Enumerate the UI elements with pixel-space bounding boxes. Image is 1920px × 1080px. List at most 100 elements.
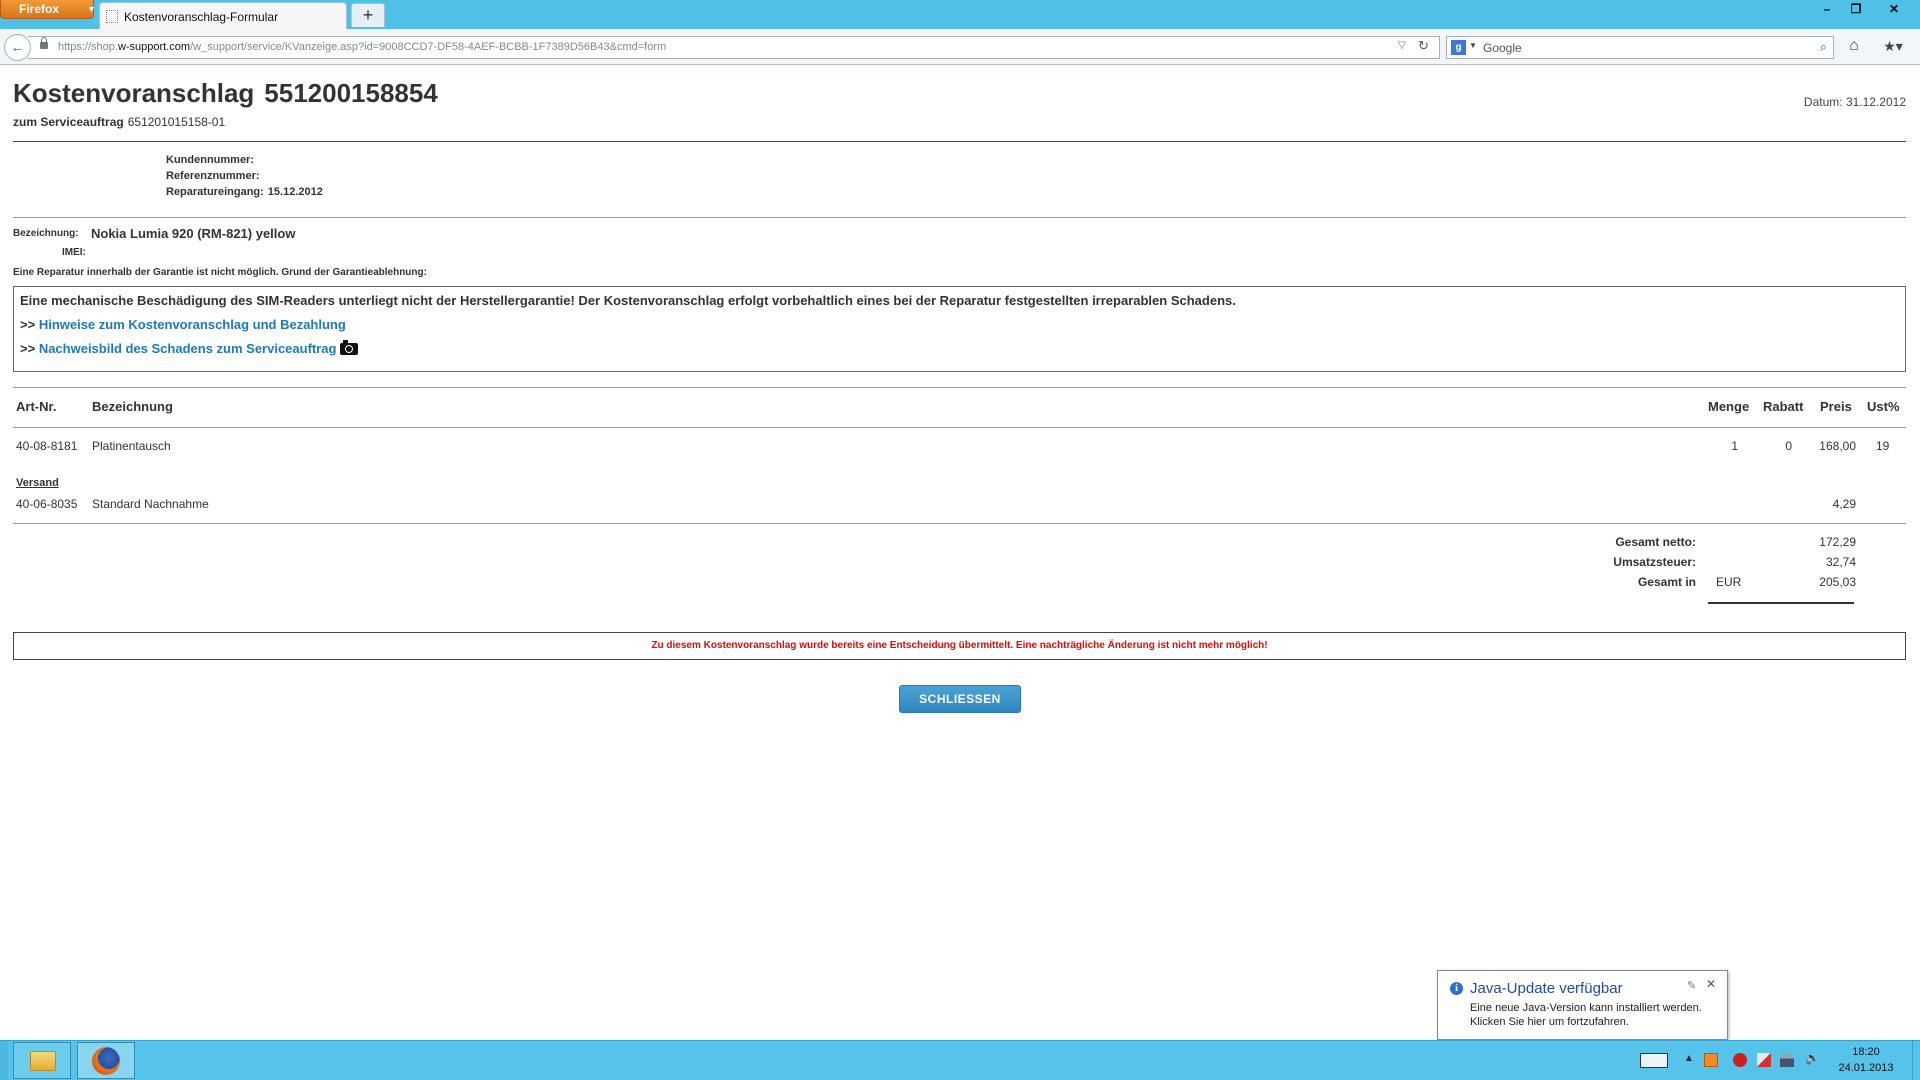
cell-bezeichnung: Platinentausch [92, 439, 171, 453]
cell-artnr: 40-06-8035 [16, 497, 78, 511]
divider [13, 217, 1906, 218]
close-button[interactable]: SCHLIESSEN [899, 685, 1021, 713]
show-desktop-button[interactable] [1912, 1041, 1920, 1080]
column-header-preis: Preis [1820, 399, 1852, 414]
url-prefix: https://shop. [58, 41, 118, 53]
back-button[interactable]: ← [4, 34, 31, 61]
subtitle-label: zum Serviceauftrag [13, 115, 124, 129]
title-text: Kostenvoranschlag [13, 78, 255, 108]
security-tray-icon[interactable] [1733, 1053, 1747, 1067]
total-netto-label: Gesamt netto: [1615, 535, 1696, 549]
link-prefix: >> [20, 317, 36, 332]
search-bar[interactable]: g ▼ Google ⌕ [1446, 36, 1834, 59]
new-tab-button[interactable]: + [351, 3, 385, 27]
lock-icon [40, 37, 48, 49]
meta-reparatureingang: Reparatureingang: 15.12.2012 [166, 186, 323, 198]
taskbar-app-firefox[interactable] [77, 1042, 135, 1079]
volume-icon[interactable]: 🔈 [1805, 1051, 1820, 1065]
cell-rabatt: 0 [1785, 439, 1792, 453]
column-header-menge: Menge [1708, 399, 1750, 414]
reparatureingang-value: 15.12.2012 [267, 186, 323, 198]
divider [13, 523, 1906, 524]
column-header-rabatt: Rabatt [1763, 399, 1804, 414]
folder-icon [30, 1051, 56, 1071]
cell-preis: 168,00 [1819, 439, 1856, 453]
bookmarks-star-icon[interactable]: ★▾ [1876, 35, 1910, 57]
chevron-down-icon[interactable]: ▼ [1469, 41, 1477, 50]
column-header-ust: Ust% [1867, 399, 1900, 414]
tab-kostenvoranschlag[interactable]: Kostenvoranschlag-Formular [99, 2, 347, 29]
page-favicon-icon [106, 10, 118, 23]
cell-preis: 4,29 [1832, 497, 1856, 511]
device-label: Bezeichnung: [13, 228, 79, 239]
estimate-number: 551200158854 [264, 78, 438, 108]
options-icon[interactable]: ✎ [1687, 979, 1696, 992]
java-update-notification[interactable]: i Java-Update verfügbar ✎ ✕ Eine neue Ja… [1437, 970, 1728, 1040]
keyboard-icon[interactable] [1640, 1053, 1668, 1068]
back-arrow-icon: ← [10, 39, 25, 55]
kundennummer-label: Kundennummer: [166, 154, 254, 166]
page-content: Kostenvoranschlag 551200158854 zum Servic… [0, 65, 1920, 1040]
total-gross-value: 205,03 [1819, 575, 1856, 589]
clock-date[interactable]: 24.01.2013 [1836, 1062, 1896, 1074]
total-gross-label: Gesamt in [1637, 575, 1696, 589]
home-icon[interactable]: ⌂ [1843, 35, 1865, 57]
magnifier-icon[interactable]: ⌕ [1820, 39, 1827, 55]
column-header-artnr: Art-Nr. [16, 399, 57, 414]
window-titlebar: Firefox ▼ Kostenvoranschlag-Formular + –… [0, 0, 1920, 29]
url-dropdown-icon[interactable]: ▽ [1398, 40, 1406, 51]
network-icon[interactable] [1780, 1053, 1794, 1067]
referenznummer-label: Referenznummer: [166, 170, 260, 182]
imei-label: IMEI: [62, 247, 86, 258]
divider [13, 141, 1906, 142]
cell-artnr: 40-08-8181 [16, 439, 78, 453]
meta-referenznummer: Referenznummer: [166, 170, 264, 182]
total-underline [1708, 602, 1854, 604]
close-icon[interactable]: ✕ [1706, 977, 1716, 991]
tray-expand-icon[interactable]: ▲ [1684, 1053, 1694, 1064]
url-domain: w-support.com [117, 41, 191, 53]
search-engine-icon[interactable]: g [1451, 40, 1466, 55]
url-text[interactable]: https://shop.w-support.com/w_support/ser… [58, 41, 666, 53]
url-bar[interactable]: https://shop.w-support.com/w_support/ser… [28, 36, 1440, 59]
taskbar: ▲ 🔈 18:20 24.01.2013 [0, 1040, 1920, 1080]
date-label: Datum: [1803, 95, 1843, 109]
link-prefix: >> [20, 341, 36, 356]
camera-icon[interactable] [340, 340, 359, 355]
document-date: Datum: 31.12.2012 [1804, 95, 1906, 109]
java-tray-icon[interactable] [1704, 1053, 1718, 1067]
hinweise-link-row: >> Hinweise zum Kostenvoranschlag und Be… [20, 317, 346, 332]
notification-text-line2[interactable]: Klicken Sie hier um fortzufahren. [1470, 1016, 1629, 1028]
total-netto-value: 172,29 [1819, 535, 1856, 549]
divider [13, 387, 1906, 388]
firefox-menu-button[interactable]: Firefox ▼ [0, 0, 96, 19]
maximize-button[interactable]: ❐ [1843, 0, 1869, 19]
decision-message: Zu diesem Kostenvoranschlag wurde bereit… [13, 632, 1906, 660]
info-icon: i [1450, 982, 1463, 995]
start-area[interactable] [0, 1041, 8, 1080]
device-name: Nokia Lumia 920 (RM-821) yellow [91, 226, 296, 241]
reload-icon[interactable]: ↻ [1418, 38, 1429, 54]
column-header-bezeichnung: Bezeichnung [92, 399, 173, 414]
firefox-icon [92, 1047, 120, 1075]
notification-title[interactable]: Java-Update verfügbar [1470, 980, 1623, 997]
hinweise-link[interactable]: Hinweise zum Kostenvoranschlag und Bezah… [39, 317, 346, 332]
page-subtitle: zum Serviceauftrag 651201015158-01 [13, 115, 225, 129]
search-input[interactable]: Google [1483, 41, 1522, 55]
url-path: /w_support/service/KVanzeige.asp?id=9008… [190, 41, 667, 53]
notification-text-line1[interactable]: Eine neue Java-Version kann installiert … [1470, 1002, 1702, 1014]
minimize-button[interactable]: – [1814, 0, 1840, 19]
nachweisbild-link-row: >> Nachweisbild des Schadens zum Service… [20, 340, 359, 356]
firefox-menu-label: Firefox [19, 2, 60, 16]
action-center-icon[interactable] [1757, 1053, 1771, 1067]
navigation-toolbar: https://shop.w-support.com/w_support/ser… [0, 29, 1920, 65]
ust-value: 32,74 [1825, 555, 1856, 569]
reparatureingang-label: Reparatureingang: [166, 186, 264, 198]
taskbar-app-explorer[interactable] [13, 1042, 71, 1079]
close-window-button[interactable]: ✕ [1871, 0, 1917, 19]
chevron-down-icon: ▼ [87, 4, 96, 14]
clock-time[interactable]: 18:20 [1836, 1046, 1896, 1058]
cell-menge: 1 [1731, 439, 1738, 453]
ust-label: Umsatzsteuer: [1613, 555, 1696, 569]
nachweisbild-link[interactable]: Nachweisbild des Schadens zum Serviceauf… [39, 341, 337, 356]
